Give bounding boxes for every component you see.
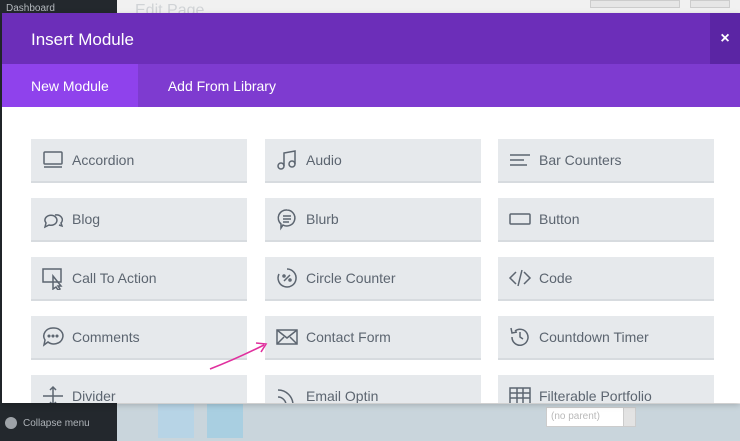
code-icon xyxy=(507,265,533,291)
module-label: Comments xyxy=(72,329,140,345)
module-label: Bar Counters xyxy=(539,152,622,168)
module-filterable-portfolio[interactable]: Filterable Portfolio xyxy=(498,375,714,403)
module-label: Countdown Timer xyxy=(539,329,649,345)
module-button[interactable]: Button xyxy=(498,198,714,242)
filterable-portfolio-icon xyxy=(507,383,533,403)
module-label: Blurb xyxy=(306,211,339,227)
blurb-icon xyxy=(274,206,300,232)
bottom-block xyxy=(158,404,194,438)
module-email-optin[interactable]: Email Optin xyxy=(265,375,481,403)
module-label: Email Optin xyxy=(306,388,379,403)
countdown-timer-icon xyxy=(507,324,533,350)
module-label: Code xyxy=(539,270,573,286)
module-blurb[interactable]: Blurb xyxy=(265,198,481,242)
collapse-icon xyxy=(5,417,17,429)
module-audio[interactable]: Audio xyxy=(265,139,481,183)
module-grid: Accordion Audio Bar Counters Blog Blurb Butto… xyxy=(0,0,740,403)
button-icon xyxy=(507,206,533,232)
parent-select[interactable]: (no parent) xyxy=(546,407,636,427)
module-label: Blog xyxy=(72,211,101,227)
module-divider[interactable]: Divider xyxy=(31,375,247,403)
blog-icon xyxy=(40,206,66,232)
divider-icon xyxy=(40,383,66,403)
module-contact-form[interactable]: Contact Form xyxy=(265,316,481,360)
module-label: Circle Counter xyxy=(306,270,396,286)
module-label: Filterable Portfolio xyxy=(539,388,652,403)
module-label: Divider xyxy=(72,388,116,403)
annotation-arrow-icon xyxy=(209,342,268,370)
module-code[interactable]: Code xyxy=(498,257,714,301)
bar-counters-icon xyxy=(507,147,533,173)
call-to-action-icon xyxy=(40,265,66,291)
email-optin-icon xyxy=(274,383,300,403)
audio-icon xyxy=(274,147,300,173)
comments-icon xyxy=(40,324,66,350)
module-countdown-timer[interactable]: Countdown Timer xyxy=(498,316,714,360)
circle-counter-icon xyxy=(274,265,300,291)
module-label: Accordion xyxy=(72,152,135,168)
module-label: Audio xyxy=(306,152,342,168)
module-blog[interactable]: Blog xyxy=(31,198,247,242)
module-label: Button xyxy=(539,211,580,227)
module-bar-counters[interactable]: Bar Counters xyxy=(498,139,714,183)
collapse-menu-button[interactable]: Collapse menu xyxy=(5,417,90,429)
module-accordion[interactable]: Accordion xyxy=(31,139,247,183)
module-label: Contact Form xyxy=(306,329,391,345)
contact-form-icon xyxy=(274,324,300,350)
accordion-icon xyxy=(40,147,66,173)
chevron-down-icon xyxy=(623,408,635,426)
module-circle-counter[interactable]: Circle Counter xyxy=(265,257,481,301)
bottom-block xyxy=(207,404,243,438)
module-call-to-action[interactable]: Call To Action xyxy=(31,257,247,301)
module-label: Call To Action xyxy=(72,270,157,286)
